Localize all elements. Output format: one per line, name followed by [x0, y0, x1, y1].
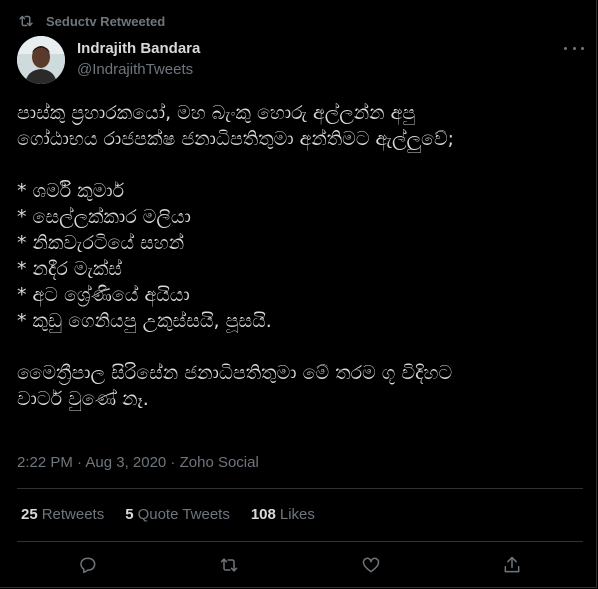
like-button[interactable]	[358, 552, 384, 578]
avatar-image	[17, 36, 65, 84]
likes-label: Likes	[279, 506, 315, 523]
more-options-icon[interactable]	[564, 40, 584, 56]
retweet-context[interactable]: Seductv Retweeted	[17, 12, 165, 30]
likes-stat[interactable]: 108 Likes	[251, 506, 315, 523]
author-name[interactable]: Indrajith Bandara	[77, 40, 200, 57]
quote-tweets-label: Quote Tweets	[137, 506, 230, 523]
divider	[17, 488, 583, 489]
share-button[interactable]	[499, 552, 525, 578]
reply-button[interactable]	[75, 552, 101, 578]
likes-count: 108	[250, 506, 276, 523]
tweet-text: පාස්කු ප්‍රහාරකයෝ, මහ බැංකු හොරු අල්ලන්න…	[17, 102, 455, 410]
tweet-stats: 25 Retweets 5 Quote Tweets 108 Likes	[21, 506, 336, 523]
divider	[17, 541, 583, 542]
retweet-button[interactable]	[216, 552, 242, 578]
author-handle[interactable]: @IndrajithTweets	[77, 61, 193, 78]
retweet-icon	[19, 15, 33, 27]
retweets-stat[interactable]: 25 Retweets	[21, 506, 104, 523]
retweets-label: Retweets	[41, 506, 105, 523]
avatar[interactable]	[17, 36, 65, 84]
like-icon	[362, 557, 380, 573]
retweet-context-label: Seductv Retweeted	[46, 13, 166, 29]
quote-tweets-stat[interactable]: 5 Quote Tweets	[125, 506, 230, 523]
quote-tweets-count: 5	[125, 506, 134, 523]
action-bar	[17, 552, 583, 578]
retweets-count: 25	[21, 506, 38, 523]
share-icon	[504, 556, 520, 573]
reply-icon	[80, 557, 96, 574]
retweet-icon	[220, 558, 238, 572]
tweet-timestamp[interactable]: 2:22 PM · Aug 3, 2020 · Zoho Social	[17, 454, 259, 471]
